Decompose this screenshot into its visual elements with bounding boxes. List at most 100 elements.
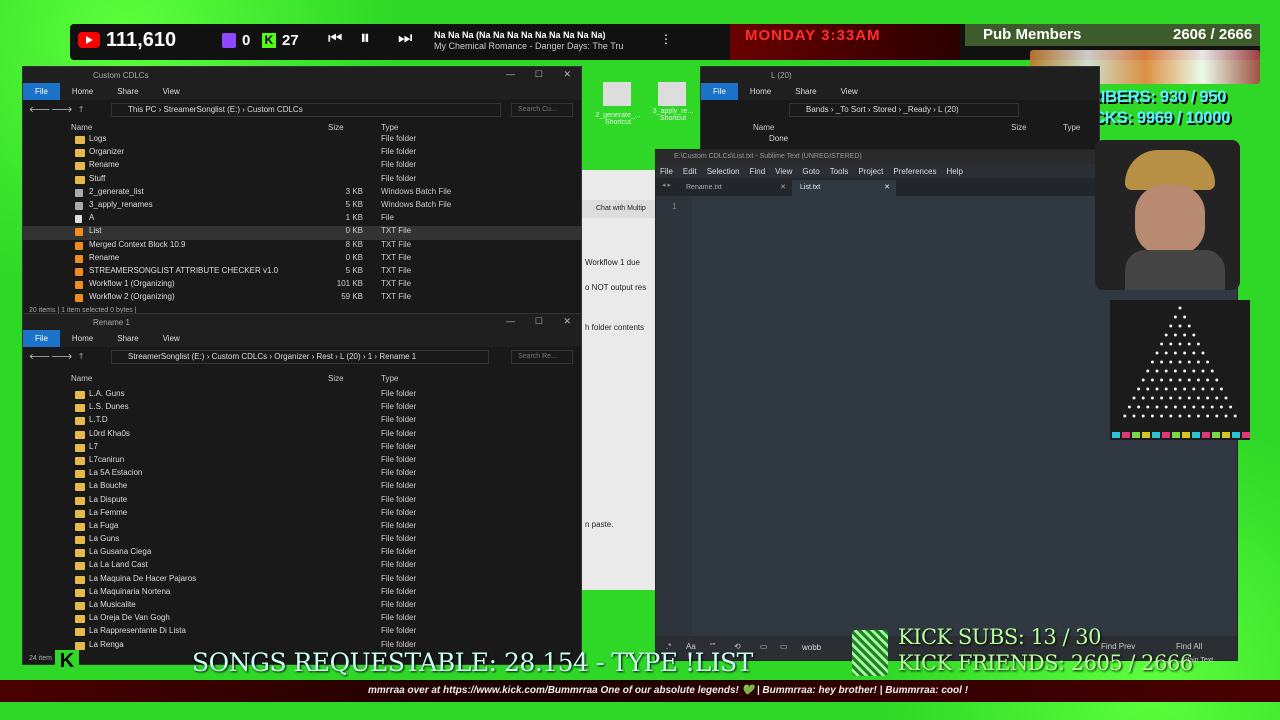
desktop-shortcut-label[interactable]: 3_apply_re... Shortcut [648, 108, 698, 122]
list-item[interactable]: La Maquinaria Nortena File folder [23, 587, 581, 600]
close-icon[interactable]: ✕ [780, 180, 786, 196]
close-icon[interactable]: ✕ [563, 316, 571, 327]
menu-item-view[interactable]: View [775, 167, 792, 176]
list-item[interactable]: Stuff File folder [23, 174, 581, 187]
address-bar[interactable]: StreamerSonglist (E:) › Custom CDLCs › O… [111, 350, 489, 364]
menu-item-goto[interactable]: Goto [802, 167, 819, 176]
ribbon-file-tab[interactable]: File [23, 83, 60, 100]
up-icon[interactable]: 🡑 [79, 104, 83, 118]
ribbon-home-tab[interactable]: Home [60, 334, 105, 343]
list-item[interactable]: La Gusana Ciega File folder [23, 547, 581, 560]
menu-item-tools[interactable]: Tools [830, 167, 849, 176]
list-item[interactable]: Merged Context Block 10.9 8 KB TXT File [23, 240, 581, 253]
list-item[interactable]: L0rd Kha0s File folder [23, 429, 581, 442]
item-name: La Femme [89, 507, 128, 517]
col-type[interactable]: Type [381, 374, 398, 383]
col-size[interactable]: Size [328, 374, 344, 383]
list-item[interactable]: La 5A Estacion File folder [23, 468, 581, 481]
ribbon-file-tab[interactable]: File [23, 330, 60, 347]
col-type[interactable]: Type [381, 123, 398, 132]
address-bar[interactable]: Bands › _To Sort › Stored › _Ready › L (… [789, 103, 1019, 117]
list-item[interactable]: L.A. Guns File folder [23, 389, 581, 402]
list-item[interactable]: Rename 0 KB TXT File [23, 253, 581, 266]
shortcut-icon[interactable] [658, 82, 686, 106]
col-name[interactable]: Name [71, 374, 92, 383]
menu-item-edit[interactable]: Edit [683, 167, 697, 176]
back-icon[interactable]: 🡐 [29, 351, 50, 361]
list-item[interactable]: Workflow 1 (Organizing) 101 KB TXT File [23, 279, 581, 292]
chat-tab[interactable]: Chat with Multip [582, 200, 656, 218]
ribbon-file-tab[interactable]: File [701, 83, 738, 100]
ribbon-share-tab[interactable]: Share [783, 87, 828, 96]
ribbon-view-tab[interactable]: View [151, 334, 192, 343]
search-input[interactable]: Search Cu... [511, 103, 573, 117]
search-input[interactable]: Search Re... [511, 350, 573, 364]
maximize-icon[interactable]: ☐ [535, 69, 543, 80]
desktop-shortcut-label[interactable]: 2_generate_... Shortcut [593, 112, 643, 126]
list-item[interactable]: La Fuga File folder [23, 521, 581, 534]
list-item[interactable]: L.S. Dunes File folder [23, 402, 581, 415]
list-item[interactable]: Done [701, 134, 1099, 147]
list-item[interactable]: La Guns File folder [23, 534, 581, 547]
prev-track-icon[interactable]: ⏮ [328, 30, 342, 48]
menu-item-help[interactable]: Help [946, 167, 962, 176]
col-size[interactable]: Size [1011, 123, 1027, 132]
highlight-icon[interactable]: ▭ [780, 642, 788, 651]
list-item[interactable]: 2_generate_list 3 KB Windows Batch File [23, 187, 581, 200]
ribbon-share-tab[interactable]: Share [105, 334, 150, 343]
col-size[interactable]: Size [328, 123, 344, 132]
list-item[interactable]: La Oreja De Van Gogh File folder [23, 613, 581, 626]
more-icon[interactable]: ⋮ [660, 32, 672, 46]
next-track-icon[interactable]: ⏭ [398, 30, 412, 48]
tab-list-txt[interactable]: List.txt ✕ [792, 180, 896, 196]
col-name[interactable]: Name [71, 123, 92, 132]
list-item[interactable]: STREAMERSONGLIST ATTRIBUTE CHECKER v1.0 5… [23, 266, 581, 279]
list-item[interactable]: L7 File folder [23, 442, 581, 455]
list-item[interactable]: Rename File folder [23, 160, 581, 173]
back-icon[interactable]: 🡐 [29, 104, 50, 114]
list-item[interactable]: L7canirun File folder [23, 455, 581, 468]
minimize-icon[interactable]: — [506, 69, 515, 79]
tab-rename-txt[interactable]: Rename.txt ✕ [656, 180, 792, 196]
list-item[interactable]: La Rappresentante Di Lista File folder [23, 626, 581, 639]
menu-item-find[interactable]: Find [750, 167, 766, 176]
menu-item-file[interactable]: File [660, 167, 673, 176]
list-item[interactable]: Organizer File folder [23, 147, 581, 160]
col-type[interactable]: Type [1063, 123, 1080, 132]
list-item[interactable]: La Bouche File folder [23, 481, 581, 494]
menu-item-selection[interactable]: Selection [707, 167, 740, 176]
minimize-icon[interactable]: — [506, 316, 515, 326]
close-icon[interactable]: ✕ [563, 69, 571, 80]
shortcut-icon[interactable] [603, 82, 631, 106]
list-item[interactable]: Logs File folder [23, 134, 581, 147]
list-item[interactable]: La Dispute File folder [23, 495, 581, 508]
list-item[interactable]: L.T.D File folder [23, 415, 581, 428]
up-icon[interactable]: 🡑 [79, 351, 83, 365]
col-name[interactable]: Name [753, 123, 774, 132]
close-icon[interactable]: ✕ [884, 180, 890, 196]
ribbon-home-tab[interactable]: Home [738, 87, 783, 96]
list-item[interactable]: La Maquina De Hacer Pajaros File folder [23, 574, 581, 587]
list-item[interactable]: La La Land Cast File folder [23, 560, 581, 573]
plinko-peg [1183, 351, 1187, 355]
list-item[interactable]: Workflow 2 (Organizing) 59 KB TXT File [23, 292, 581, 305]
menu-item-preferences[interactable]: Preferences [893, 167, 936, 176]
list-item[interactable]: List 0 KB TXT File [23, 226, 581, 240]
list-item[interactable]: 3_apply_renames 5 KB Windows Batch File [23, 200, 581, 213]
address-bar[interactable]: This PC › StreamerSonglist (E:) › Custom… [111, 103, 501, 117]
ribbon-share-tab[interactable]: Share [105, 87, 150, 96]
maximize-icon[interactable]: ☐ [535, 316, 543, 327]
forward-icon[interactable]: 🡒 [51, 104, 72, 114]
ribbon-view-tab[interactable]: View [151, 87, 192, 96]
list-item[interactable]: A 1 KB File [23, 213, 581, 226]
menu-item-project[interactable]: Project [858, 167, 883, 176]
ribbon-view-tab[interactable]: View [829, 87, 870, 96]
selection-icon[interactable]: ▭ [760, 642, 768, 651]
list-item[interactable]: La Femme File folder [23, 508, 581, 521]
list-item[interactable]: La Musicalite File folder [23, 600, 581, 613]
pause-icon[interactable]: ⏸ [360, 27, 370, 50]
find-all-button[interactable]: Find All [1176, 642, 1202, 651]
ribbon-home-tab[interactable]: Home [60, 87, 105, 96]
forward-icon[interactable]: 🡒 [51, 351, 72, 361]
find-prev-button[interactable]: Find Prev [1101, 642, 1135, 651]
